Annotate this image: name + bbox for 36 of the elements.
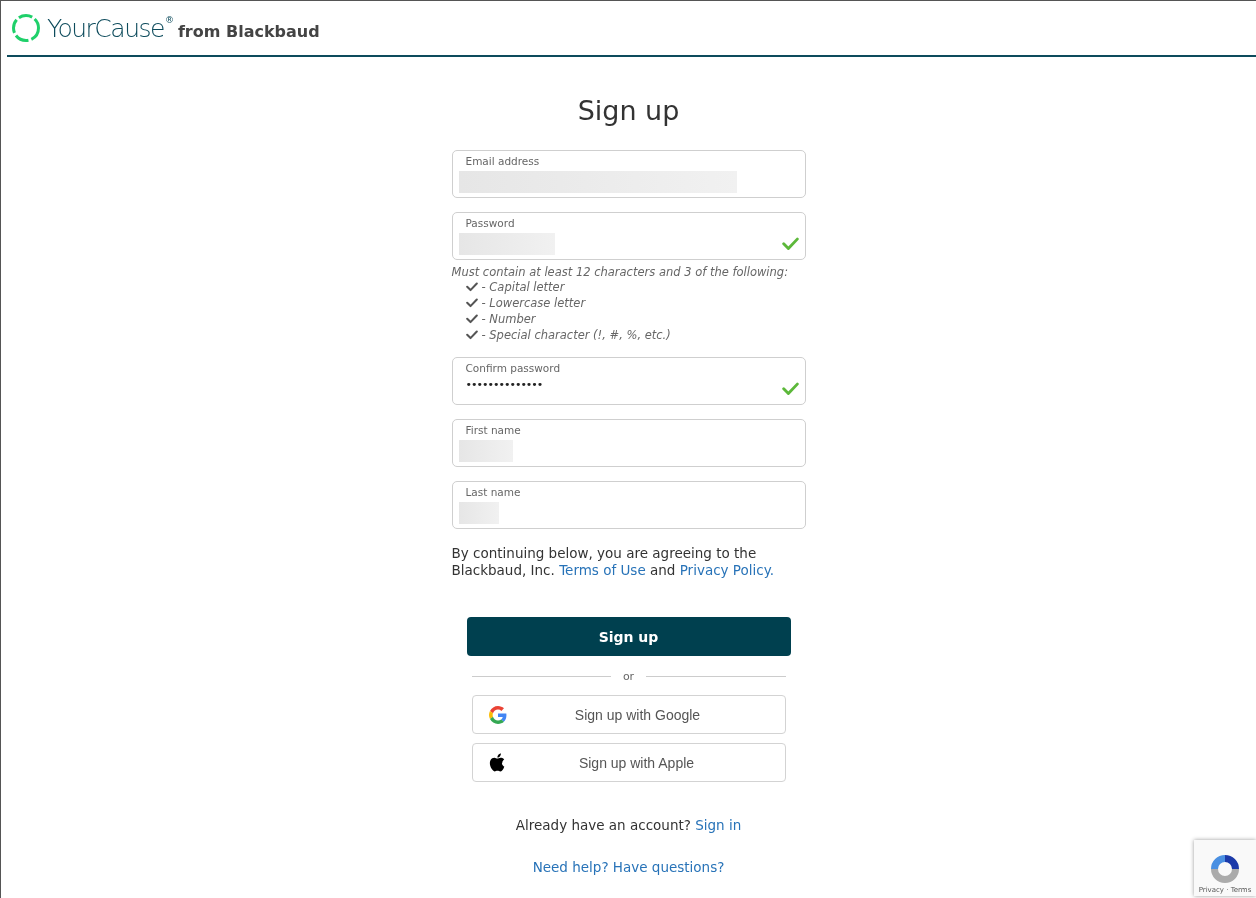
social-sign-up-button[interactable]: Sign up with Google [471, 695, 786, 734]
field-value: •••••••••••••• [464, 378, 544, 391]
input-field[interactable]: Last name [451, 481, 806, 529]
password-rule: - Lowercase letter [481, 296, 586, 310]
field-label: Email address [464, 155, 541, 167]
help-link[interactable]: Need help? Have questions? [532, 859, 725, 875]
password-rule: - Number [481, 312, 536, 326]
field-label: Password [464, 217, 516, 229]
password-rule: - Special character (!, #, %, etc.) [481, 328, 671, 342]
page-title: Sign up [576, 95, 681, 126]
redacted-value [458, 440, 513, 462]
field-label: Last name [464, 486, 522, 498]
recaptcha-logo-icon [1208, 852, 1242, 886]
password-hint: Must contain at least 12 characters and 3 of the following: [451, 265, 789, 279]
input-field[interactable]: Password [451, 212, 806, 260]
registered-mark: ® [164, 15, 174, 25]
terms-text: By continuing below, you are agreeing to the Blackbaud, Inc. Terms of Use and Privacy Policy. [451, 545, 776, 579]
input-field[interactable]: Email address [451, 150, 806, 198]
terms-link[interactable]: Terms of Use [559, 562, 646, 578]
sign-up-button[interactable]: Sign up [466, 617, 791, 656]
logo-tagline: from Blackbaud [177, 21, 320, 41]
field-label: First name [464, 424, 522, 436]
logo-wordmark: YourCause [47, 13, 164, 43]
redacted-value [458, 502, 499, 524]
password-rule: - Capital letter [481, 280, 565, 294]
google-logo-icon [488, 705, 507, 724]
input-field[interactable]: First name [451, 419, 806, 467]
ring-logo-icon [11, 13, 41, 43]
social-sign-up-button[interactable]: Sign up with Apple [471, 743, 786, 782]
apple-logo-icon [488, 753, 505, 772]
account-prompt: Already have an account? [515, 817, 691, 833]
divider-text: or [622, 670, 635, 683]
input-field[interactable]: Confirm password •••••••••••••• [451, 357, 806, 405]
field-label: Confirm password [464, 362, 562, 374]
sign-in-link[interactable]: Sign in [695, 817, 742, 833]
privacy-link[interactable]: Privacy Policy. [679, 562, 775, 578]
